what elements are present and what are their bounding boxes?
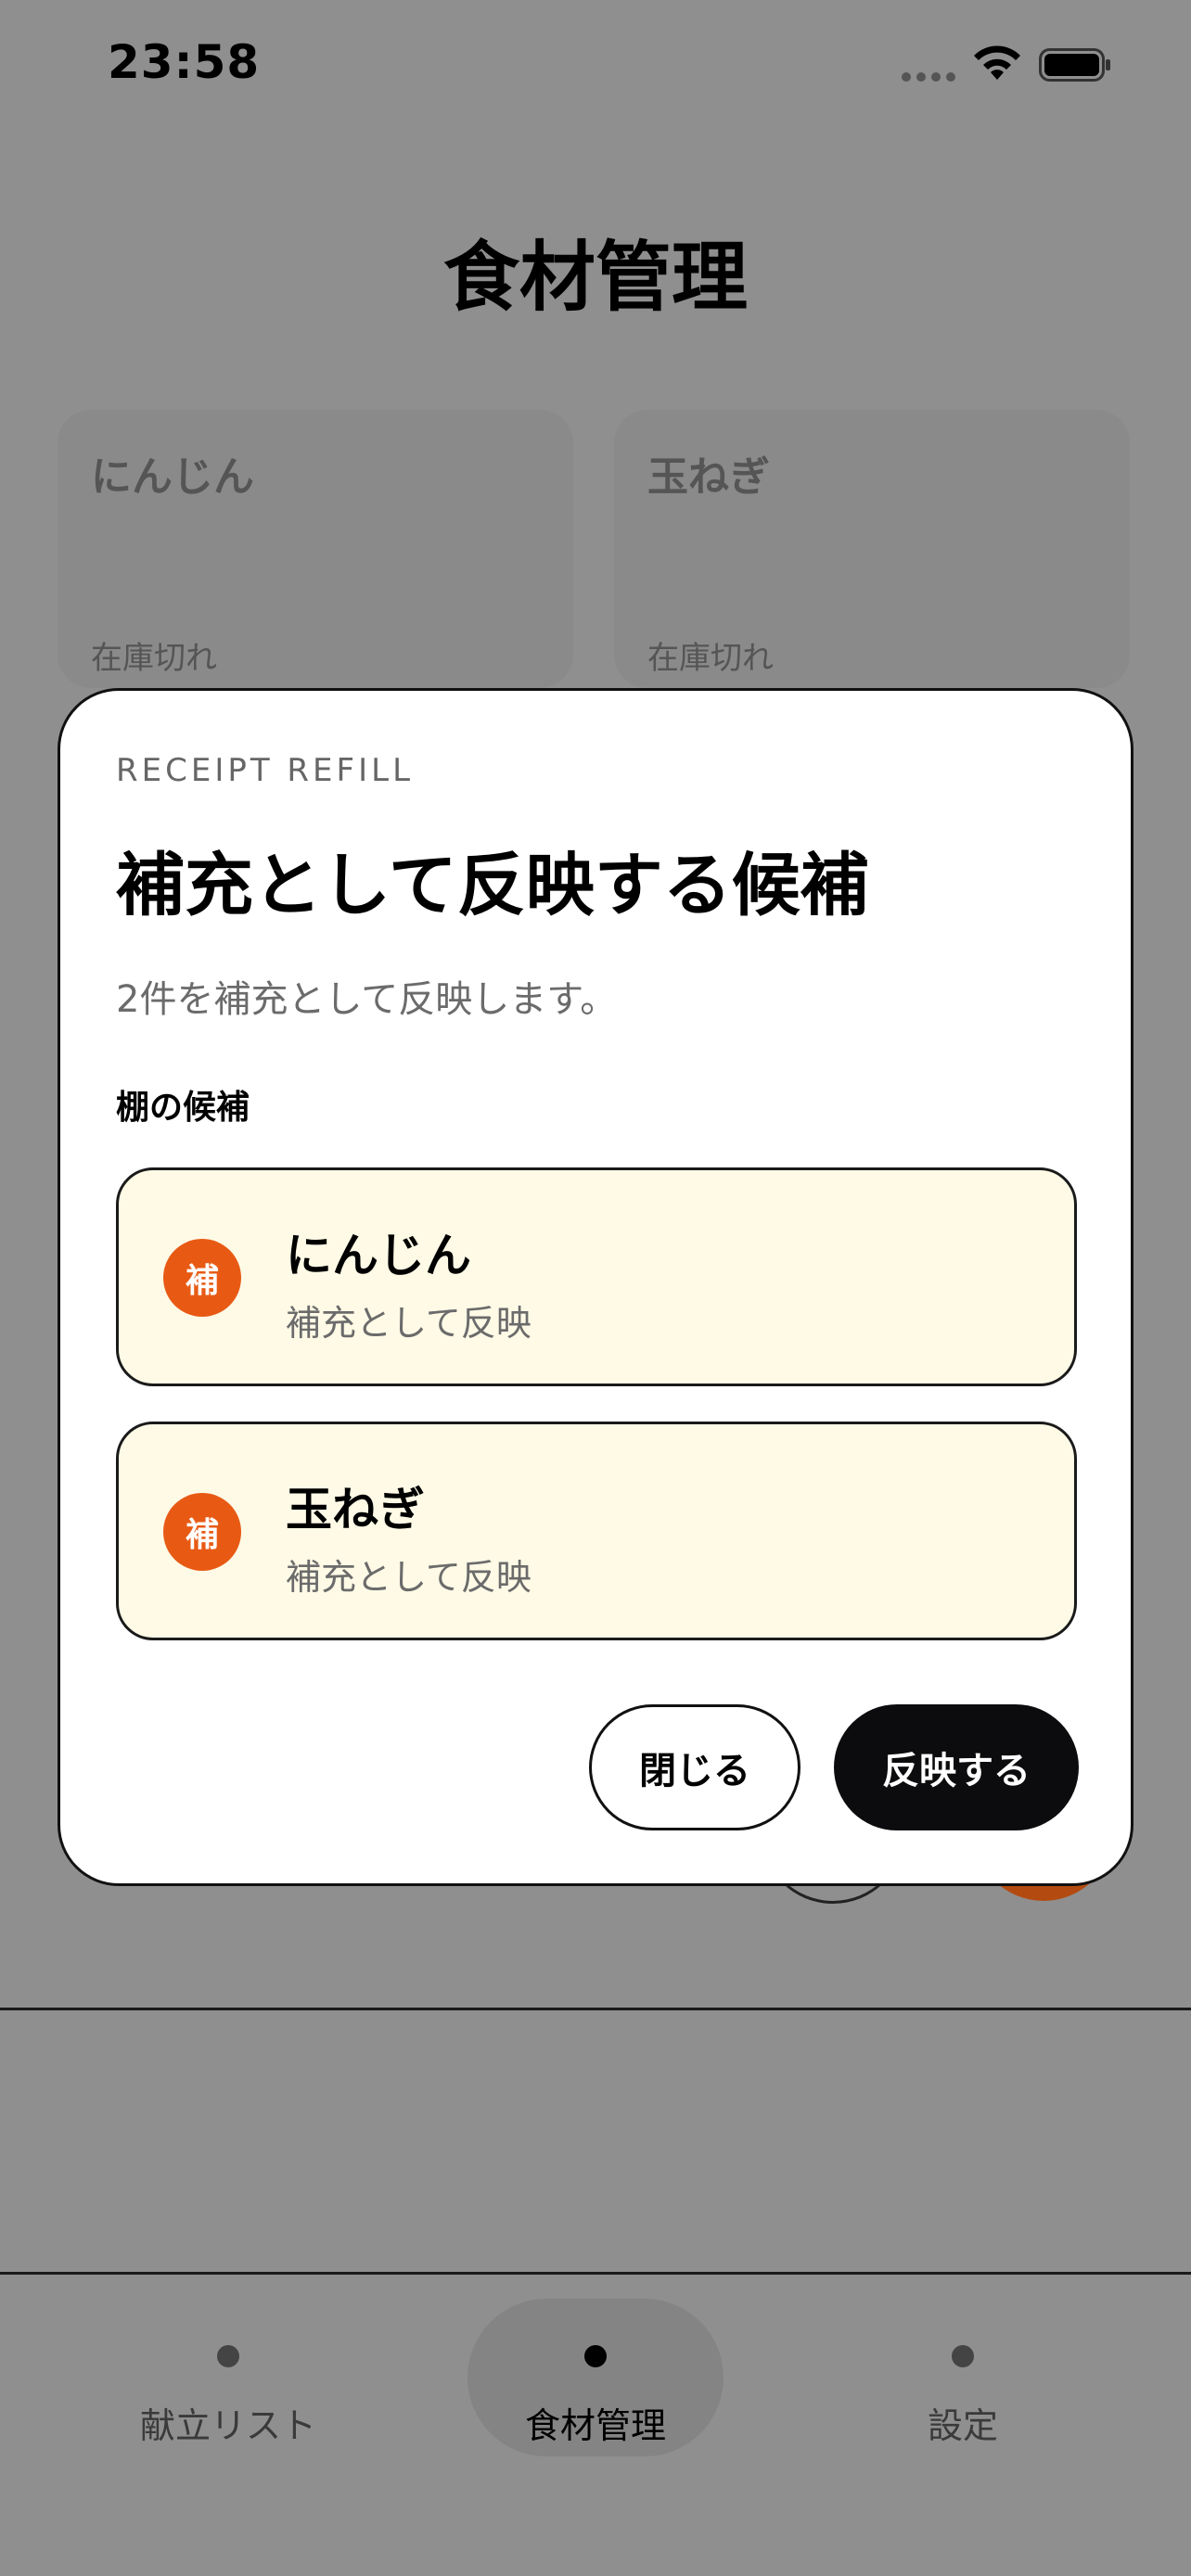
ingredient-name: 玉ねぎ bbox=[647, 453, 770, 501]
divider bbox=[0, 2008, 1191, 2010]
tab-menu-list[interactable]: 献立リスト bbox=[100, 2299, 356, 2456]
candidate-name: にんじん bbox=[286, 1229, 471, 1282]
section-label: 棚の候補 bbox=[116, 1089, 250, 1127]
status-time: 23:58 bbox=[108, 35, 261, 89]
refill-modal: RECEIPT REFILL 補充として反映する候補 2件を補充として反映します… bbox=[58, 688, 1133, 1886]
battery-icon bbox=[1039, 48, 1110, 82]
close-button[interactable]: 閉じる bbox=[589, 1704, 800, 1830]
tab-label: 献立リスト bbox=[139, 2405, 316, 2446]
candidate-name: 玉ねぎ bbox=[286, 1483, 425, 1537]
tab-dot-icon bbox=[952, 2345, 974, 2367]
candidate-item-carrot[interactable]: 補 にんじん 補充として反映 bbox=[116, 1167, 1077, 1386]
tab-dot-icon bbox=[584, 2345, 607, 2367]
candidate-description: 補充として反映 bbox=[286, 1303, 531, 1344]
ingredient-status: 在庫切れ bbox=[647, 640, 774, 677]
ingredient-card-onion[interactable]: 玉ねぎ 在庫切れ bbox=[614, 410, 1130, 688]
candidate-description: 補充として反映 bbox=[286, 1557, 531, 1598]
tab-label: 設定 bbox=[927, 2405, 998, 2446]
modal-eyebrow: RECEIPT REFILL bbox=[116, 752, 415, 789]
modal-subtitle: 2件を補充として反映します。 bbox=[116, 978, 618, 1021]
status-bar: 23:58 bbox=[0, 0, 1191, 139]
candidate-item-onion[interactable]: 補 玉ねぎ 補充として反映 bbox=[116, 1422, 1077, 1640]
apply-button[interactable]: 反映する bbox=[834, 1704, 1079, 1830]
tab-label: 食材管理 bbox=[524, 2405, 666, 2446]
refill-badge: 補 bbox=[163, 1493, 241, 1571]
tab-bar: 献立リスト 食材管理 設定 bbox=[0, 2275, 1191, 2576]
tab-ingredients[interactable]: 食材管理 bbox=[467, 2299, 724, 2456]
tab-settings[interactable]: 設定 bbox=[835, 2299, 1091, 2456]
refill-badge: 補 bbox=[163, 1239, 241, 1317]
ingredient-name: にんじん bbox=[91, 453, 254, 501]
modal-title: 補充として反映する候補 bbox=[116, 846, 869, 925]
ingredient-status: 在庫切れ bbox=[91, 640, 217, 677]
wifi-icon bbox=[974, 45, 1020, 80]
page-title: 食材管理 bbox=[442, 234, 748, 322]
ingredient-card-carrot[interactable]: にんじん 在庫切れ bbox=[58, 410, 573, 688]
tab-dot-icon bbox=[217, 2345, 239, 2367]
signal-icon bbox=[902, 72, 957, 82]
